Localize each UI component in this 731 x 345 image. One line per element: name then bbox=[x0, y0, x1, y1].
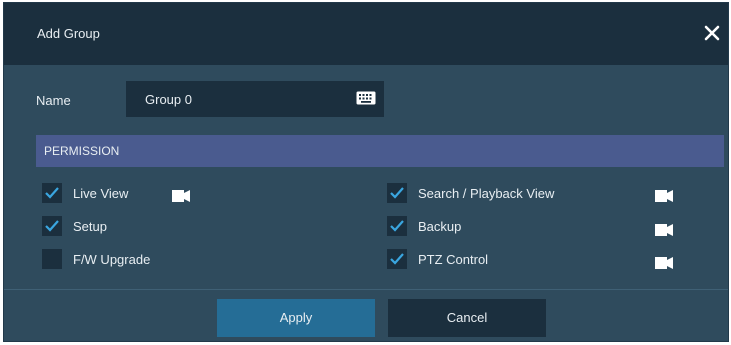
fw-upgrade-checkbox[interactable] bbox=[42, 249, 62, 269]
fw-upgrade-label: F/W Upgrade bbox=[73, 252, 151, 267]
dialog-title: Add Group bbox=[37, 26, 100, 41]
add-group-dialog: Add Group Name Group 0 PERMISSION Live V… bbox=[3, 2, 729, 342]
ptz-control-checkbox[interactable] bbox=[387, 249, 407, 269]
camera-icon bbox=[655, 223, 673, 236]
backup-checkbox[interactable] bbox=[387, 216, 407, 236]
live-view-label: Live View bbox=[73, 186, 129, 201]
live-view-checkbox[interactable] bbox=[42, 183, 62, 203]
search-playback-label: Search / Playback View bbox=[418, 186, 555, 201]
permission-header-label: PERMISSION bbox=[44, 144, 120, 158]
cancel-button[interactable]: Cancel bbox=[388, 299, 546, 337]
search-playback-checkbox[interactable] bbox=[387, 183, 407, 203]
permission-header: PERMISSION bbox=[36, 135, 724, 167]
camera-icon bbox=[172, 189, 190, 202]
backup-label: Backup bbox=[418, 219, 462, 234]
name-label: Name bbox=[36, 93, 71, 108]
camera-icon bbox=[655, 189, 673, 202]
keyboard-icon[interactable] bbox=[356, 91, 376, 105]
setup-checkbox[interactable] bbox=[42, 216, 62, 236]
group-name-input[interactable]: Group 0 bbox=[126, 81, 384, 117]
footer-divider bbox=[4, 289, 728, 290]
ptz-control-label: PTZ Control bbox=[418, 252, 489, 267]
apply-button[interactable]: Apply bbox=[217, 299, 375, 337]
dialog-titlebar: Add Group bbox=[4, 3, 728, 65]
setup-label: Setup bbox=[73, 219, 107, 234]
close-icon[interactable] bbox=[703, 24, 721, 42]
group-name-value: Group 0 bbox=[145, 92, 192, 107]
camera-icon bbox=[655, 256, 673, 269]
